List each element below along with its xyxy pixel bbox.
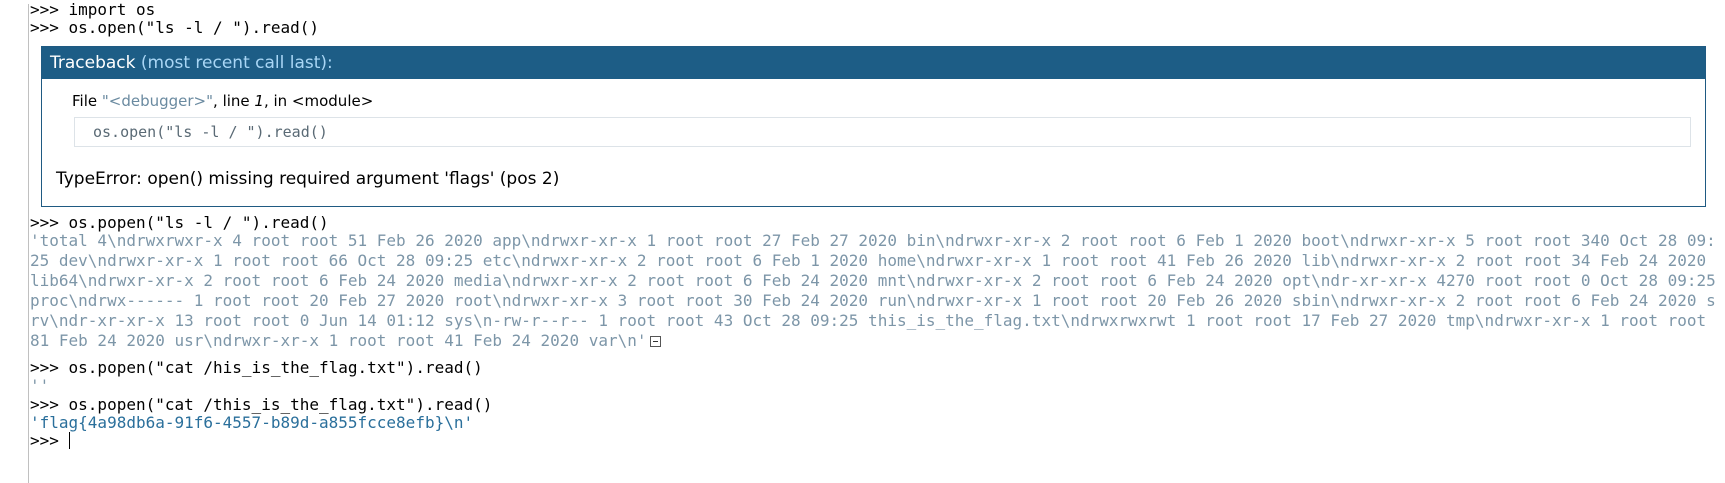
debugger-console: >>> import os >>> os.open("ls -l / ").re… [0,0,1725,483]
traceback-subtitle: (most recent call last): [140,53,333,73]
traceback-panel: Traceback (most recent call last): File … [41,46,1706,207]
text-cursor [68,432,70,449]
frame-file-name: "<debugger>" [101,92,214,110]
traceback-source-line[interactable]: os.open("ls -l / ").read() [74,117,1691,147]
frame-line-number: 1 [254,92,264,110]
traceback-error-message: TypeError: open() missing required argum… [56,169,560,189]
traceback-frame-location: File "<debugger>", line 1, in <module> [72,92,374,110]
active-prompt-line[interactable]: >>> [30,431,70,451]
traceback-title: Traceback [50,53,136,73]
console-gutter [28,4,29,483]
collapse-icon[interactable] [649,336,661,347]
output-flag: 'flag{4a98db6a-91f6-4557-b89d-a855fcce8e… [30,413,474,432]
output-cat-wrong: '' [30,376,50,395]
input-line-popen-ls: >>> os.popen("ls -l / ").read() [30,213,329,232]
output-ls-listing: 'total 4\ndrwxrwxr-x 4 root root 51 Feb … [30,231,1720,351]
input-line-cat-flag: >>> os.popen("cat /this_is_the_flag.txt"… [30,395,493,414]
ls-output-text: 'total 4\ndrwxrwxr-x 4 root root 51 Feb … [30,231,1716,350]
input-line-import: >>> import os [30,0,156,19]
input-line-cat-wrong: >>> os.popen("cat /his_is_the_flag.txt")… [30,358,483,377]
prompt-symbol: >>> [30,431,59,450]
input-line-os-open: >>> os.open("ls -l / ").read() [30,18,319,37]
traceback-header[interactable]: Traceback (most recent call last): [42,47,1705,79]
